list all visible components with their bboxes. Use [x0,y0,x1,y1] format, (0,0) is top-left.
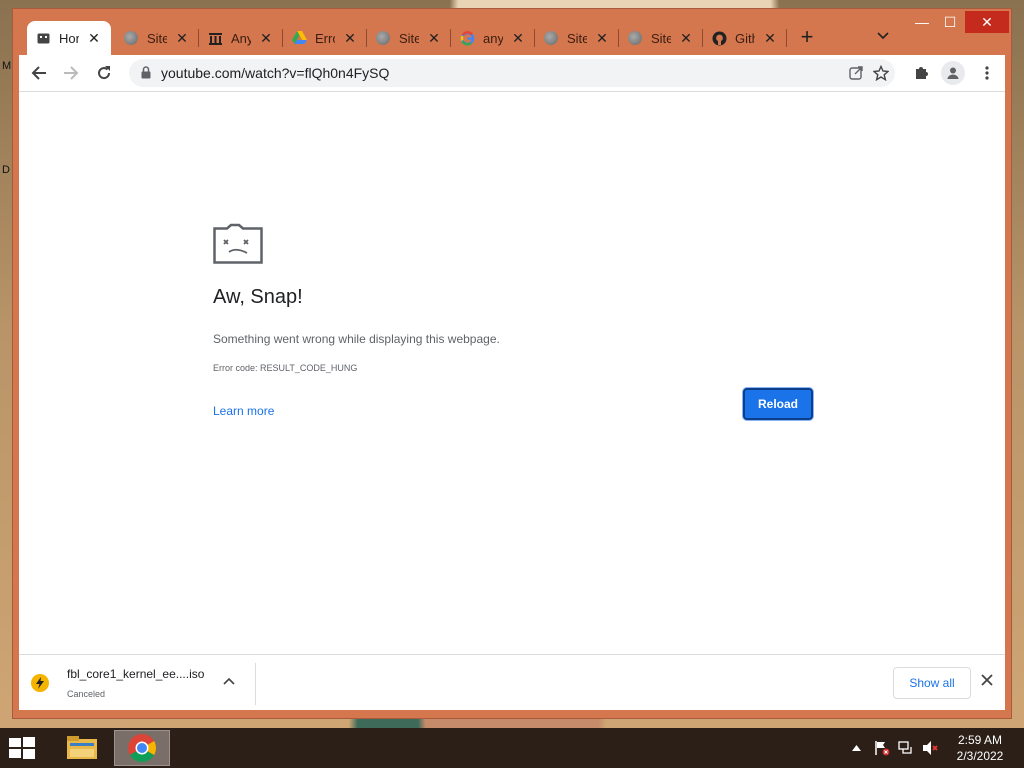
arrow-right-icon [64,66,79,80]
new-tab-button[interactable]: + [797,26,817,48]
page-icon [35,30,51,46]
learn-more-link[interactable]: Learn more [213,404,274,418]
desktop-icon-label[interactable]: D [2,164,10,176]
start-button[interactable] [8,736,40,760]
tab-google-search[interactable]: any ✕ [451,21,535,55]
download-status: Canceled [67,689,106,699]
reload-button[interactable]: Reload [743,388,813,420]
folder-icon [67,736,97,759]
minimize-button[interactable]: — [907,11,937,33]
clock-date: 2/3/2022 [956,749,1004,763]
action-center-flag-icon[interactable] [874,740,890,759]
tab-close-icon[interactable]: ✕ [87,30,101,47]
desktop-icon-label[interactable]: M [2,60,11,72]
tab-label: Site [567,30,587,46]
address-bar[interactable]: youtube.com/watch?v=flQh0n4FySQ [129,59,895,87]
arrow-left-icon [31,66,46,80]
tab-strip: Hor ✕ Site ✕ Any ✕ Erro ✕ [13,9,1011,55]
tab-site[interactable]: Site ✕ [367,21,451,55]
chevron-up-icon [852,745,861,751]
tab-label: any [483,30,503,46]
error-description: Something went wrong while displaying th… [213,332,500,346]
bookmark-star-icon[interactable] [869,61,893,85]
profile-avatar-icon[interactable] [941,61,965,85]
file-explorer-taskbar-button[interactable] [54,730,110,766]
browser-toolbar: youtube.com/watch?v=flQh0n4FySQ [19,55,1005,91]
tab-label: Site [147,30,167,46]
tab-site[interactable]: Site ✕ [535,21,619,55]
github-icon [711,30,727,46]
sad-tab-icon [213,222,263,264]
clock-time: 2:59 AM [957,733,1003,747]
tab-home[interactable]: Hor ✕ [27,21,111,55]
close-window-button[interactable]: ✕ [965,11,1009,33]
tab-search-button[interactable] [877,29,889,43]
google-drive-icon [291,30,307,46]
download-file-icon[interactable] [31,674,49,692]
google-icon [459,30,475,46]
system-clock[interactable]: 2:59 AM 2/3/2022 [944,732,1016,764]
reload-page-button[interactable] [92,61,116,85]
lock-icon[interactable] [141,66,151,84]
tab-close-icon[interactable]: ✕ [427,30,441,47]
share-icon[interactable] [849,65,864,85]
url-text[interactable]: youtube.com/watch?v=flQh0n4FySQ [161,65,389,81]
error-title: Aw, Snap! [213,286,303,308]
download-shelf: fbl_core1_kernel_ee....iso Canceled Show… [19,654,1005,710]
refresh-icon [98,66,111,80]
volume-muted-icon[interactable] [922,740,938,759]
globe-icon [123,30,139,46]
windows-logo-icon [9,737,35,759]
tab-close-icon[interactable]: ✕ [259,30,273,47]
tab-site[interactable]: Site ✕ [115,21,199,55]
show-all-downloads-button[interactable]: Show all [893,667,971,699]
tab-close-icon[interactable]: ✕ [175,30,189,47]
tab-label: Hor [59,30,79,46]
show-hidden-icons-button[interactable] [852,742,861,754]
tab-close-icon[interactable]: ✕ [763,30,777,47]
tab-label: Site [651,30,671,46]
download-options-button[interactable] [223,674,235,688]
chevron-up-icon [223,677,235,685]
archive-icon [207,30,223,46]
tab-label: Any [231,30,251,46]
globe-icon [627,30,643,46]
more-menu-icon[interactable] [975,61,999,85]
tab-close-icon[interactable]: ✕ [511,30,525,47]
tab-label: Site [399,30,419,46]
tab-site[interactable]: Site ✕ [619,21,703,55]
chevron-down-icon [877,32,889,40]
download-divider [255,663,256,705]
error-code: Error code: RESULT_CODE_HUNG [213,363,358,373]
chrome-window: Hor ✕ Site ✕ Any ✕ Erro ✕ [12,8,1012,719]
close-download-shelf-button[interactable] [981,670,993,691]
extensions-puzzle-icon[interactable] [909,61,933,85]
forward-button[interactable] [59,61,83,85]
download-filename[interactable]: fbl_core1_kernel_ee....iso [67,667,204,681]
globe-icon [375,30,391,46]
tab-github[interactable]: Gith ✕ [703,21,787,55]
tab-close-icon[interactable]: ✕ [343,30,357,47]
maximize-button[interactable]: ☐ [935,11,965,33]
back-button[interactable] [27,61,51,85]
globe-icon [543,30,559,46]
close-icon [981,674,993,686]
tab-close-icon[interactable]: ✕ [595,30,609,47]
chrome-taskbar-button[interactable] [114,730,170,766]
tab-label: Gith [735,30,755,46]
tab-drive-error[interactable]: Erro ✕ [283,21,367,55]
tab-divider [786,29,787,47]
tab-close-icon[interactable]: ✕ [679,30,693,47]
network-icon[interactable] [898,740,914,759]
tab-label: Erro [315,30,335,46]
chrome-icon [128,734,156,762]
taskbar: 2:59 AM 2/3/2022 [0,728,1024,768]
tab-archive[interactable]: Any ✕ [199,21,283,55]
error-page: Aw, Snap! Something went wrong while dis… [19,91,1005,654]
